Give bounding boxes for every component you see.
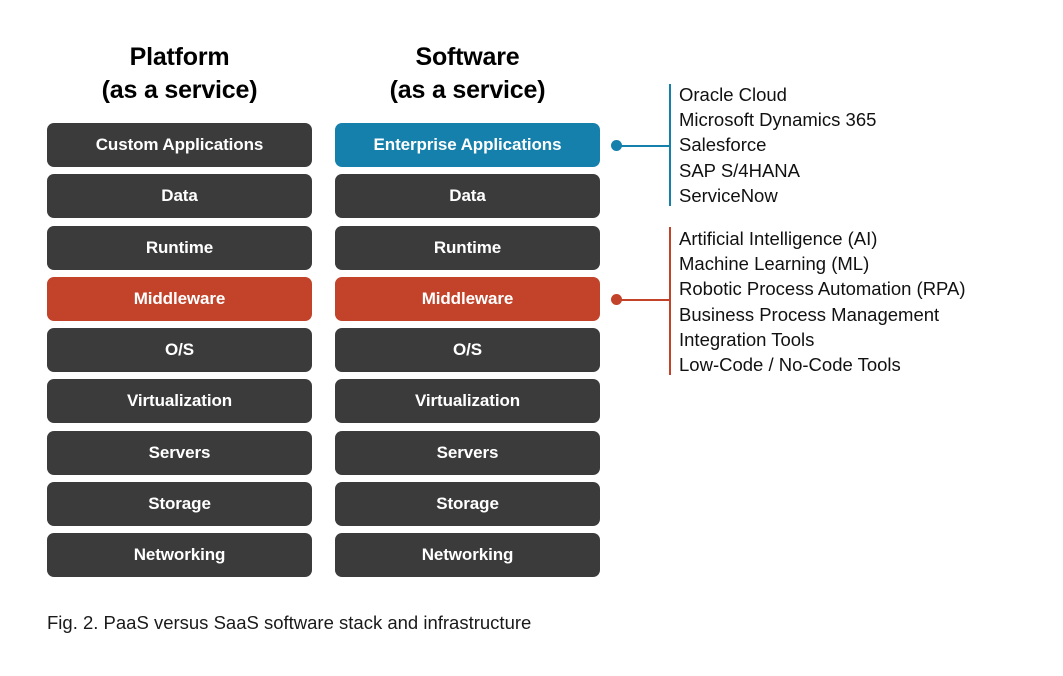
figure-caption: Fig. 2. PaaS versus SaaS software stack … — [47, 612, 532, 633]
layer-label: Virtualization — [126, 391, 233, 411]
layer-label: Enterprise Applications — [373, 135, 562, 154]
annotation-item: Robotic Process Automation (RPA) — [679, 278, 966, 300]
annotation-item: Integration Tools — [679, 328, 815, 350]
annotation-item: ServiceNow — [679, 184, 778, 206]
layer-saas-os: O/S — [335, 328, 600, 373]
layer-label: Middleware — [133, 288, 226, 308]
layer-paas-os: O/S — [47, 328, 312, 373]
layer-saas-storage: Storage — [335, 482, 600, 527]
layer-label: O/S — [453, 340, 482, 360]
layer-paas-virtualization: Virtualization — [47, 379, 312, 424]
layer-paas-custom-applications: Custom Applications — [47, 123, 312, 167]
layer-label: Networking — [133, 545, 226, 565]
annotation-item: Machine Learning (ML) — [679, 253, 870, 275]
layer-label: Servers — [148, 442, 211, 462]
layer-paas-networking: Networking — [47, 533, 312, 578]
annotation-bracket-enterprise-applications — [669, 84, 671, 206]
layer-label: Custom Applications — [95, 135, 264, 154]
column-title-saas-line1: Software — [415, 43, 520, 71]
column-title-paas-line1: Platform — [129, 43, 230, 71]
annotation-leader-line-middleware — [620, 298, 670, 301]
layer-paas-runtime: Runtime — [47, 225, 312, 270]
layer-paas-data: Data — [47, 174, 312, 219]
annotation-item: Low-Code / No-Code Tools — [679, 354, 901, 376]
layer-saas-virtualization: Virtualization — [335, 379, 600, 424]
layer-label: Middleware — [421, 288, 514, 308]
annotation-item: Salesforce — [679, 134, 767, 156]
layer-label: Runtime — [145, 237, 214, 257]
layer-saas-runtime: Runtime — [335, 225, 600, 270]
layer-saas-networking: Networking — [335, 533, 600, 578]
layer-label: Data — [449, 186, 486, 206]
annotation-item: Microsoft Dynamics 365 — [679, 109, 877, 131]
annotation-leader-line-enterprise-applications — [620, 144, 670, 147]
layer-saas-servers: Servers — [335, 430, 600, 475]
layer-label: O/S — [165, 340, 194, 360]
column-title-saas-line2: (as a service) — [389, 76, 546, 104]
annotation-item: Oracle Cloud — [679, 84, 787, 105]
layer-paas-servers: Servers — [47, 430, 312, 475]
column-title-paas-line2: (as a service) — [101, 76, 258, 104]
layer-label: Servers — [436, 442, 499, 462]
layer-saas-middleware: Middleware — [335, 276, 600, 321]
annotation-list-enterprise-applications: Oracle Cloud Microsoft Dynamics 365 Sale… — [679, 82, 876, 208]
stack-paas: Custom Applications Data Runtime Middlew… — [47, 123, 312, 585]
layer-label: Storage — [148, 494, 211, 514]
layer-label: Runtime — [433, 237, 502, 257]
annotation-list-middleware: Artificial Intelligence (AI) Machine Lea… — [679, 226, 966, 377]
column-title-paas: Platform (as a service) — [47, 41, 312, 107]
figure-canvas: Platform (as a service) Software (as a s… — [0, 0, 1063, 676]
layer-label: Storage — [436, 494, 499, 514]
layer-label: Virtualization — [414, 391, 521, 411]
column-title-saas: Software (as a service) — [335, 41, 600, 107]
layer-label: Data — [161, 186, 198, 206]
annotation-item: SAP S/4HANA — [679, 159, 800, 181]
annotation-item: Artificial Intelligence (AI) — [679, 228, 878, 249]
layer-label: Networking — [421, 545, 514, 565]
layer-paas-storage: Storage — [47, 482, 312, 527]
layer-paas-middleware: Middleware — [47, 276, 312, 321]
layer-saas-enterprise-applications: Enterprise Applications — [335, 123, 600, 167]
annotation-item: Business Process Management — [679, 303, 940, 325]
stack-saas: Enterprise Applications Data Runtime Mid… — [335, 123, 600, 585]
layer-saas-data: Data — [335, 174, 600, 219]
annotation-bracket-middleware — [669, 227, 671, 375]
